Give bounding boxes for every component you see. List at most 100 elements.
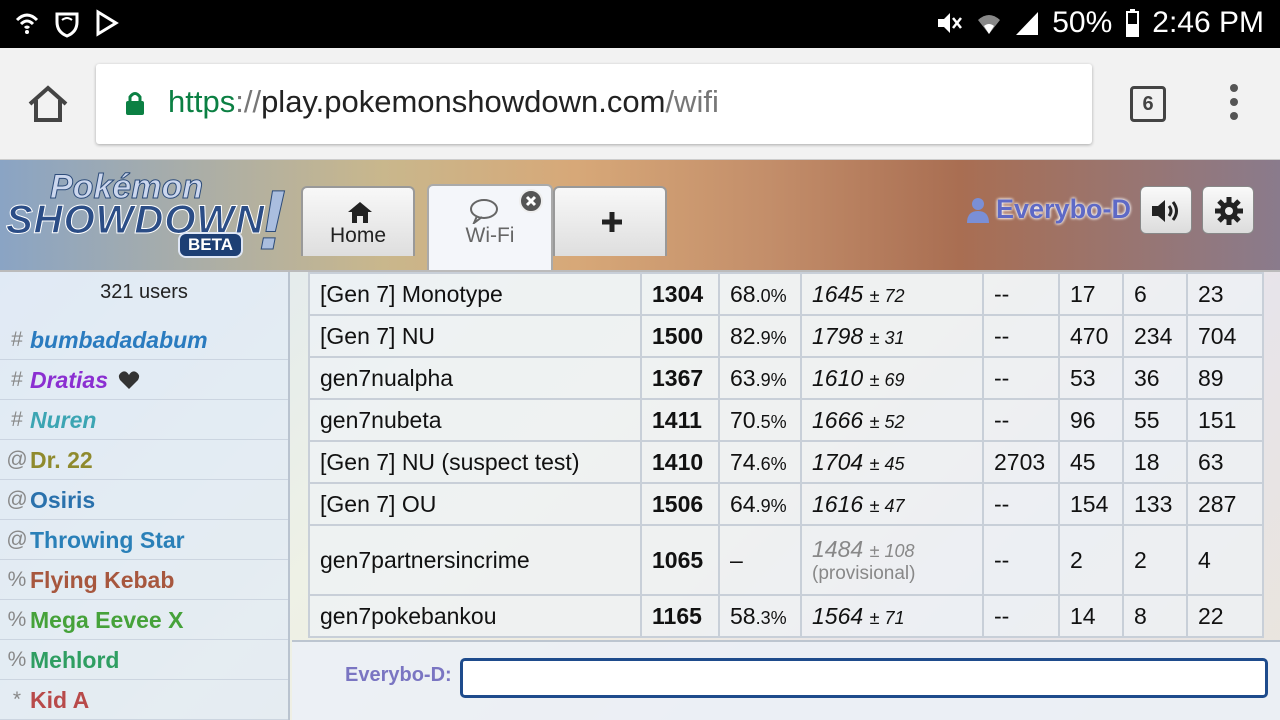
gxe-decimal: .5% xyxy=(755,411,787,432)
user-rank-symbol: % xyxy=(7,647,27,671)
userlist-item[interactable]: % Mega Eevee X xyxy=(0,600,288,640)
gxe-decimal: .9% xyxy=(755,327,787,348)
format-cell: gen7nualpha xyxy=(308,356,642,400)
glicko-cell: 1610 ± 69 xyxy=(800,356,984,400)
gxe-int: 58 xyxy=(730,602,756,629)
wins-cell: 53 xyxy=(1058,356,1124,400)
losses-cell: 36 xyxy=(1122,356,1188,400)
gxe-cell: 70.5% xyxy=(718,398,802,442)
glicko-rating: 1610 xyxy=(812,364,864,391)
wins-cell: 17 xyxy=(1058,272,1124,316)
tab-switcher-button[interactable]: 6 xyxy=(1130,86,1166,122)
wins-cell: 45 xyxy=(1058,440,1124,484)
coil-cell: -- xyxy=(982,356,1060,400)
user-rank-symbol: # xyxy=(11,327,23,351)
ladder-row: gen7pokebankou 1165 58.3% 1564 ± 71 -- 14 8 22 xyxy=(308,594,1264,638)
status-left-icons xyxy=(14,8,120,38)
gxe-cell: 63.9% xyxy=(718,356,802,400)
showdown-logo[interactable]: Pokémon SHOWDOWN ! BETA xyxy=(5,168,296,268)
address-bar[interactable]: https://play.pokemonshowdown.com/wifi xyxy=(96,64,1092,144)
status-right: 50% 2:46 PM xyxy=(934,6,1264,40)
userlist-item[interactable]: # bumbadadabum xyxy=(0,320,288,360)
losses-cell: 55 xyxy=(1122,398,1188,442)
losses-cell: 18 xyxy=(1122,440,1188,484)
new-tab-button[interactable] xyxy=(553,186,667,256)
ladder-table: [Gen 7] Monotype 1304 68.0% 1645 ± 72 -- 17 6 2… xyxy=(308,272,1264,638)
battery-icon xyxy=(1126,9,1140,37)
glicko-cell: 1704 ± 45 xyxy=(800,440,984,484)
userlist-item[interactable]: * Kid A xyxy=(0,680,288,720)
gxe-decimal: .0% xyxy=(755,285,787,306)
url-separator: :// xyxy=(235,84,262,119)
current-user[interactable]: Everybo-D xyxy=(966,194,1131,225)
url-scheme: https xyxy=(168,84,236,119)
gxe-cell: 74.6% xyxy=(718,440,802,484)
userlist-item[interactable]: @ Dr. 22 xyxy=(0,440,288,480)
plus-icon xyxy=(602,212,622,232)
format-cell: [Gen 7] OU xyxy=(308,482,642,526)
wins-cell: 470 xyxy=(1058,314,1124,358)
glicko-rating: 1564 xyxy=(812,602,864,629)
userlist-item[interactable]: # Nuren xyxy=(0,400,288,440)
total-cell: 4 xyxy=(1186,524,1264,596)
user-name: Dr. 22 xyxy=(30,446,93,473)
wins-cell: 154 xyxy=(1058,482,1124,526)
elo-cell: 1411 xyxy=(640,398,720,442)
user-rank-symbol: * xyxy=(12,687,22,711)
userlist-item[interactable]: % Flying Kebab xyxy=(0,560,288,600)
user-rank-symbol: % xyxy=(7,607,27,631)
userlist-item[interactable]: % Mehlord xyxy=(0,640,288,680)
total-cell: 287 xyxy=(1186,482,1264,526)
elo-cell: 1410 xyxy=(640,440,720,484)
close-tab-icon[interactable] xyxy=(519,189,543,213)
glicko-cell: 1645 ± 72 xyxy=(800,272,984,316)
glicko-rating: 1798 xyxy=(812,322,864,349)
gxe-cell: 82.9% xyxy=(718,314,802,358)
glicko-deviation: ± 45 xyxy=(869,453,905,474)
glicko-rating: 1616 xyxy=(812,490,864,517)
gxe-decimal: .9% xyxy=(755,495,787,516)
tab-wifi[interactable]: Wi-Fi xyxy=(427,184,553,270)
glicko-cell: 1798 ± 31 xyxy=(800,314,984,358)
user-rank-symbol: @ xyxy=(6,527,28,551)
gxe-int: – xyxy=(730,546,743,573)
glicko-deviation: ± 71 xyxy=(869,607,905,628)
format-cell: gen7pokebankou xyxy=(308,594,642,638)
losses-cell: 234 xyxy=(1122,314,1188,358)
user-name: Flying Kebab xyxy=(30,566,175,593)
showdown-header: Pokémon SHOWDOWN ! BETA Home Wi-Fi Every… xyxy=(0,160,1280,270)
tab-home[interactable]: Home xyxy=(301,186,415,256)
user-rank-symbol: % xyxy=(7,567,27,591)
user-count[interactable]: 321 users xyxy=(0,272,288,320)
user-rank-symbol: @ xyxy=(6,487,28,511)
glicko-deviation: ± 72 xyxy=(869,285,905,306)
home-icon[interactable] xyxy=(26,82,70,126)
losses-cell: 2 xyxy=(1122,524,1188,596)
total-cell: 89 xyxy=(1186,356,1264,400)
ladder-row: [Gen 7] NU (suspect test) 1410 74.6% 1704 ±… xyxy=(308,440,1264,484)
userlist-sidebar: 321 users # bumbadadabum # Dratias # Nuren @ Dr… xyxy=(0,272,290,720)
user-rank-symbol: # xyxy=(11,367,23,391)
total-cell: 151 xyxy=(1186,398,1264,442)
sound-button[interactable] xyxy=(1140,186,1192,234)
ladder-panel: [Gen 7] Monotype 1304 68.0% 1645 ± 72 -- 17 6 2… xyxy=(292,272,1280,640)
userlist-item[interactable]: # Dratias xyxy=(0,360,288,400)
gxe-cell: 68.0% xyxy=(718,272,802,316)
overflow-menu-icon[interactable] xyxy=(1222,84,1246,124)
ladder-row: [Gen 7] Monotype 1304 68.0% 1645 ± 72 -- 17 6 2… xyxy=(308,272,1264,316)
settings-button[interactable] xyxy=(1202,186,1254,234)
wins-cell: 14 xyxy=(1058,594,1124,638)
chat-input[interactable] xyxy=(460,658,1268,698)
format-cell: [Gen 7] Monotype xyxy=(308,272,642,316)
user-name: bumbadadabum xyxy=(30,326,208,353)
play-store-icon xyxy=(96,9,119,37)
user-name: Throwing Star xyxy=(30,526,185,553)
url-text[interactable]: https://play.pokemonshowdown.com/wifi xyxy=(168,84,719,120)
gxe-int: 68 xyxy=(730,280,756,307)
chat-bar: Everybo-D: xyxy=(292,640,1280,720)
userlist-item[interactable]: @ Osiris xyxy=(0,480,288,520)
glicko-deviation: ± 69 xyxy=(869,369,905,390)
userlist-item[interactable]: @ Throwing Star xyxy=(0,520,288,560)
coil-cell: -- xyxy=(982,594,1060,638)
glicko-cell: 1666 ± 52 xyxy=(800,398,984,442)
